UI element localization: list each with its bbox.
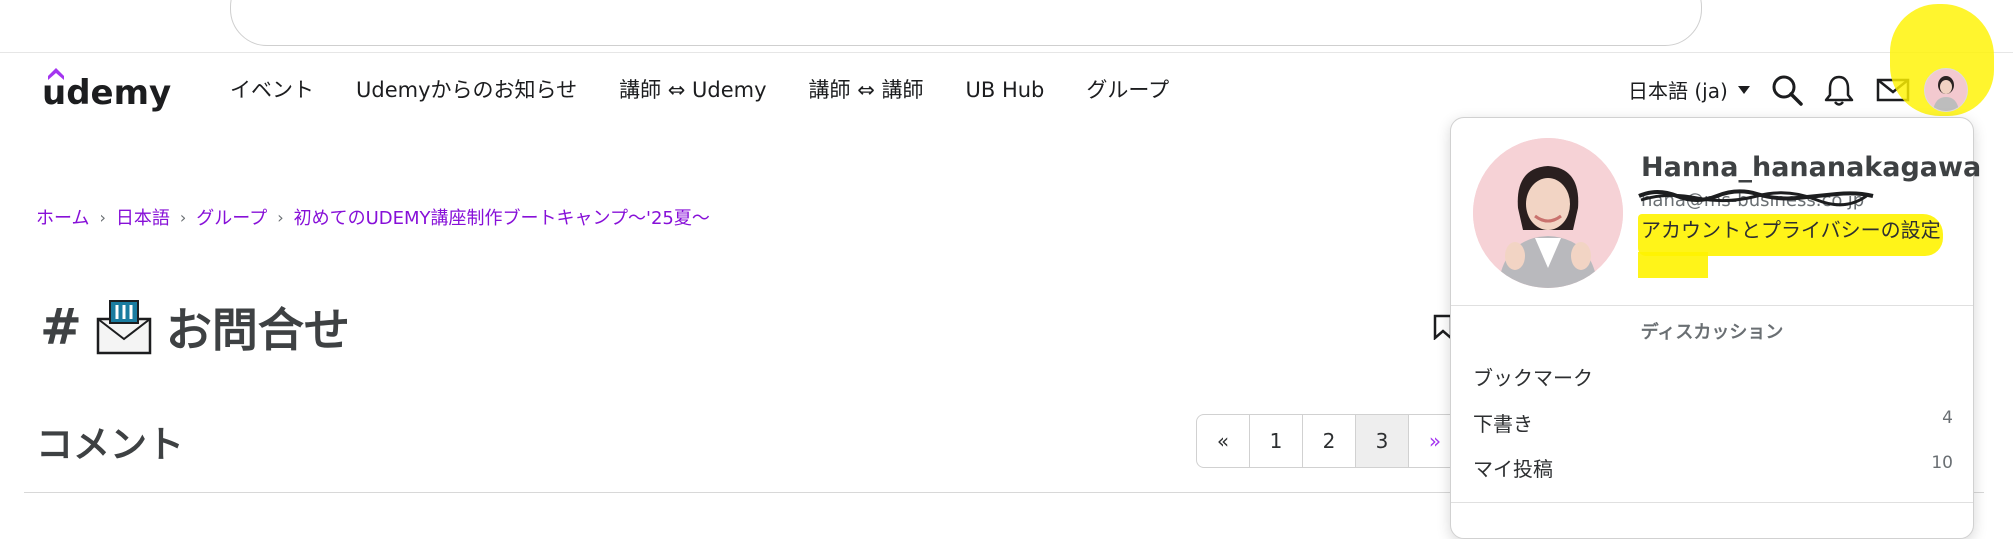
breadcrumb-japanese[interactable]: 日本語 bbox=[116, 204, 170, 230]
profile-photo-image bbox=[1473, 138, 1623, 288]
breadcrumb-separator: › bbox=[277, 207, 284, 227]
search-icon[interactable] bbox=[1770, 73, 1804, 107]
profile-photo[interactable] bbox=[1473, 138, 1623, 288]
highlight-mark bbox=[1638, 252, 1708, 278]
udemy-logo[interactable]: udemy bbox=[42, 62, 177, 118]
nav-item-instructor-instructor[interactable]: 講師 ⇔ 講師 bbox=[809, 72, 924, 108]
dropdown-divider bbox=[1451, 305, 1973, 306]
menu-item-label: 下書き bbox=[1473, 412, 1533, 436]
menu-item-my-posts[interactable]: マイ投稿 10 bbox=[1473, 453, 1953, 482]
menu-item-count: 10 bbox=[1931, 453, 1953, 473]
menu-item-drafts[interactable]: 下書き 4 bbox=[1473, 408, 1953, 437]
page-title: # お問合せ bbox=[40, 294, 350, 360]
profile-username: Hanna_hananakagawa bbox=[1641, 152, 1982, 183]
account-privacy-link[interactable]: アカウントとプライバシーの設定 bbox=[1641, 214, 1951, 246]
menu-item-count: 4 bbox=[1942, 408, 1953, 428]
logo-text: udemy bbox=[42, 73, 171, 113]
discussion-section-title: ディスカッション bbox=[1640, 322, 1784, 343]
pagination-first[interactable]: « bbox=[1196, 414, 1250, 468]
search-bar[interactable] bbox=[230, 0, 1702, 46]
nav-item-groups[interactable]: グループ bbox=[1086, 72, 1169, 108]
comments-heading: コメント bbox=[36, 423, 184, 466]
pagination-page-current[interactable]: 3 bbox=[1355, 414, 1409, 468]
redaction-scribble bbox=[1638, 189, 1874, 207]
main-nav: イベント Udemyからのお知らせ 講師 ⇔ Udemy 講師 ⇔ 講師 UB … bbox=[230, 72, 1169, 108]
breadcrumb-separator: › bbox=[179, 207, 187, 227]
nav-item-events[interactable]: イベント bbox=[230, 72, 314, 108]
page-title-text: お問合せ bbox=[165, 303, 350, 357]
channel-hash: # bbox=[40, 298, 82, 356]
user-dropdown: Hanna_hananakagawa hana@ms-business.co.j… bbox=[1450, 117, 1981, 539]
breadcrumb-groups[interactable]: グループ bbox=[196, 204, 267, 230]
menu-item-label: マイ投稿 bbox=[1473, 457, 1553, 481]
nav-item-ub-hub[interactable]: UB Hub bbox=[966, 72, 1045, 108]
pagination-page[interactable]: 2 bbox=[1302, 414, 1356, 468]
pagination: « 1 2 3 » bbox=[1196, 414, 1461, 468]
nav-item-instructor-udemy[interactable]: 講師 ⇔ Udemy bbox=[619, 72, 766, 108]
nav-item-udemy-news[interactable]: Udemyからのお知らせ bbox=[356, 72, 577, 108]
breadcrumb-group-name[interactable]: 初めてのUDEMY講座制作ブートキャンプ〜'25夏〜 bbox=[294, 204, 710, 230]
language-label: 日本語 (ja) bbox=[1628, 79, 1728, 103]
breadcrumb: ホーム › 日本語 › グループ › 初めてのUDEMY講座制作ブートキャンプ〜… bbox=[36, 204, 710, 230]
avatar-image bbox=[1925, 69, 1967, 111]
avatar[interactable] bbox=[1924, 68, 1968, 112]
breadcrumb-separator: › bbox=[99, 207, 106, 227]
pagination-page[interactable]: 1 bbox=[1249, 414, 1303, 468]
caret-down-icon bbox=[1737, 85, 1750, 94]
menu-item-label: ブックマーク bbox=[1473, 366, 1593, 390]
header-top-border bbox=[0, 52, 2013, 53]
breadcrumb-home[interactable]: ホーム bbox=[36, 204, 89, 230]
language-selector[interactable]: 日本語 (ja) bbox=[1628, 75, 1750, 104]
dropdown-divider bbox=[1451, 502, 1973, 503]
bell-icon[interactable] bbox=[1822, 73, 1856, 107]
inbox-envelope-icon bbox=[96, 300, 152, 355]
menu-item-bookmarks[interactable]: ブックマーク bbox=[1473, 362, 1953, 391]
